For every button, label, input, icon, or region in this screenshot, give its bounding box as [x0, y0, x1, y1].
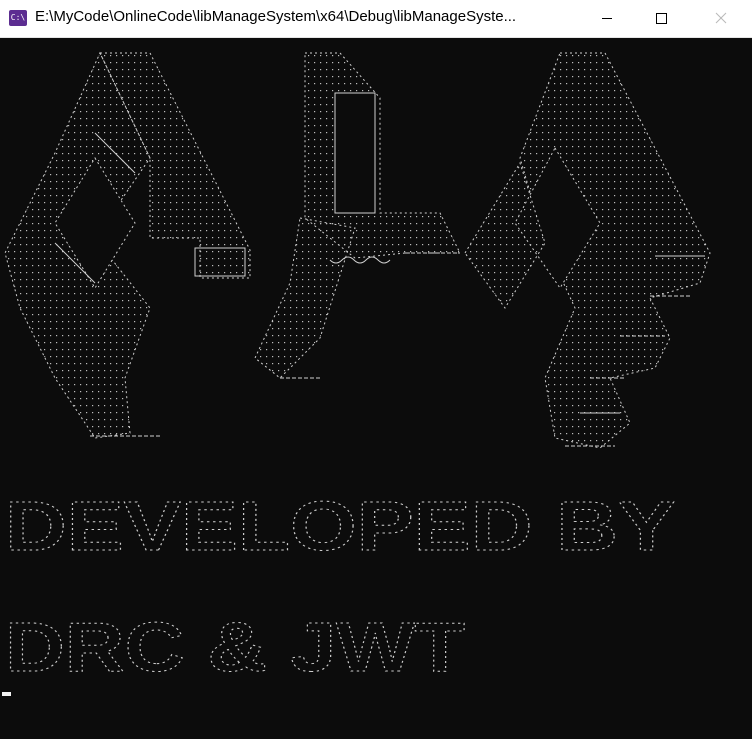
title-bar[interactable]: C:\ E:\MyCode\OnlineCode\libManageSystem… [0, 0, 752, 38]
window-title: E:\MyCode\OnlineCode\libManageSystem\x64… [35, 8, 517, 25]
console-app-icon[interactable]: C:\ [9, 10, 27, 26]
maximize-button[interactable] [637, 0, 685, 37]
close-button[interactable] [697, 0, 745, 37]
console-output[interactable]: DEVELOPED BY DRC & JWT [0, 38, 752, 739]
logo-glyph-middle [254, 52, 461, 379]
logo-glyph-left [4, 51, 251, 439]
console-window: C:\ E:\MyCode\OnlineCode\libManageSystem… [0, 0, 752, 739]
close-icon [715, 12, 727, 24]
banner-line-2: DRC & JWT [5, 608, 465, 686]
banner-developed-by: DEVELOPED BY [5, 487, 676, 566]
logo-glyph-right [464, 52, 711, 449]
minimize-button[interactable] [583, 0, 631, 37]
banner-drc-jwt: DRC & JWT [5, 608, 466, 687]
banner-line-1: DEVELOPED BY [5, 487, 675, 565]
ascii-art-logo: DEVELOPED BY DRC & JWT [4, 51, 711, 687]
maximize-icon [656, 13, 667, 24]
text-cursor [2, 692, 11, 696]
minimize-icon [602, 18, 612, 19]
